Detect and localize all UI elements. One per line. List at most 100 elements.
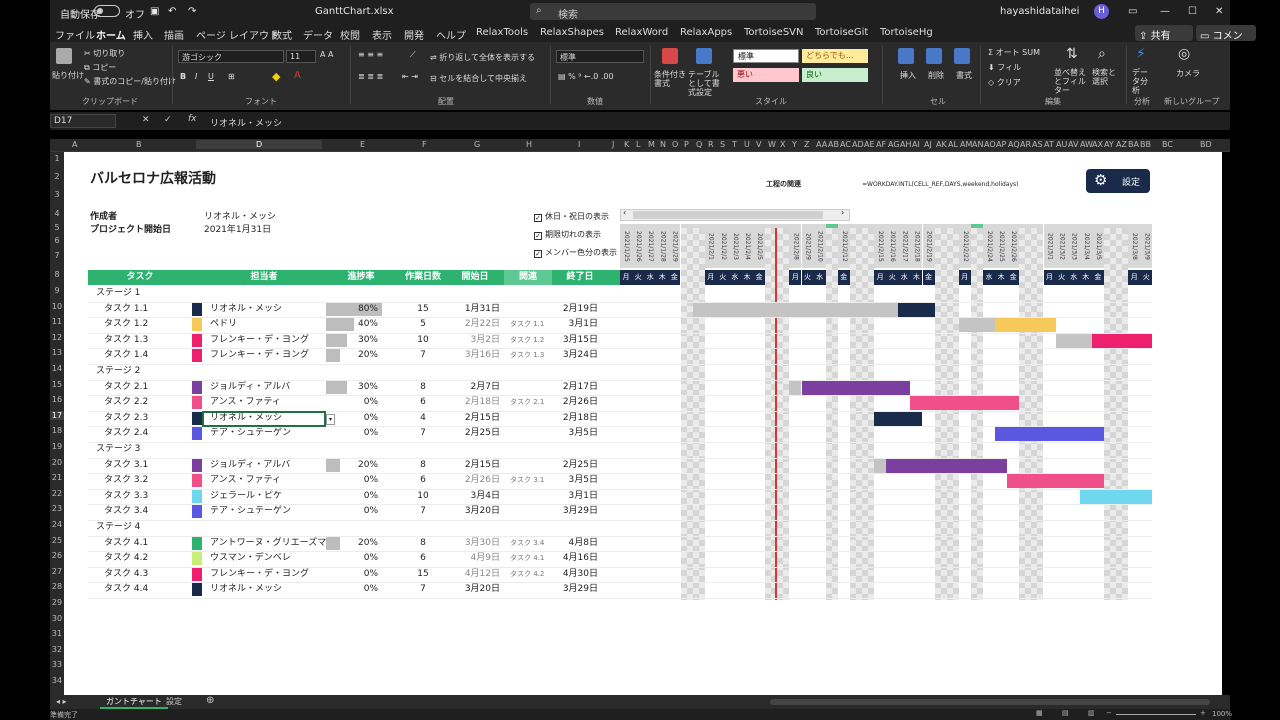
- column-header-am[interactable]: AM: [960, 140, 972, 149]
- column-header-u[interactable]: U: [744, 140, 750, 149]
- row-header-28[interactable]: 28: [50, 582, 64, 591]
- owner-name[interactable]: アンス・ファティ: [210, 395, 281, 410]
- align-left-icon[interactable]: ≣ ≣ ≣: [358, 72, 383, 81]
- gantt-task-bar[interactable]: [789, 380, 802, 395]
- row-header-12[interactable]: 12: [50, 333, 64, 342]
- column-header-ar[interactable]: AR: [1020, 140, 1031, 149]
- gantt-task-bar[interactable]: [1079, 489, 1153, 504]
- maximize-icon[interactable]: ☐: [1188, 6, 1197, 17]
- owner-name[interactable]: ジェラール・ピケ: [210, 489, 282, 504]
- row-header-3[interactable]: 3: [50, 190, 64, 199]
- column-header-al[interactable]: AL: [948, 140, 958, 149]
- owner-name[interactable]: アンス・ファティ: [210, 473, 281, 488]
- row-header-10[interactable]: 10: [50, 302, 64, 311]
- ribbon-display-icon[interactable]: ▭: [1128, 6, 1137, 17]
- column-header-o[interactable]: O: [672, 140, 678, 149]
- checkbox-holidays[interactable]: ✓ 休日・祝日の表示: [534, 211, 609, 222]
- tab-help[interactable]: ヘルプ: [436, 27, 466, 42]
- save-icon[interactable]: ▣: [150, 6, 159, 17]
- column-header-as[interactable]: AS: [1032, 140, 1043, 149]
- owner-name[interactable]: フレンキー・デ・ヨング: [210, 333, 309, 348]
- sort-filter-icon[interactable]: ⇅: [1066, 46, 1078, 62]
- zoom-in-icon[interactable]: +: [1200, 709, 1206, 717]
- align-top-icon[interactable]: ≡ ≡ ≡: [358, 50, 383, 59]
- data-analysis-icon[interactable]: ⚡: [1136, 46, 1146, 62]
- column-header-ak[interactable]: AK: [936, 140, 947, 149]
- column-header-x[interactable]: X: [780, 140, 785, 149]
- style-standard[interactable]: 標準: [733, 49, 799, 63]
- owner-name[interactable]: フレンキー・デ・ヨング: [210, 348, 309, 363]
- delete-cells-button[interactable]: 削除: [928, 70, 944, 81]
- close-icon[interactable]: ✕: [1215, 6, 1223, 17]
- format-cells-button[interactable]: 書式: [956, 70, 972, 81]
- column-header-e[interactable]: E: [360, 140, 365, 149]
- gantt-task-bar[interactable]: [1091, 333, 1153, 348]
- column-header-bc[interactable]: BC: [1162, 140, 1173, 149]
- enter-icon[interactable]: ✓: [164, 115, 172, 125]
- font-color-icon[interactable]: A: [294, 70, 301, 81]
- owner-name[interactable]: テア・シュテーゲン: [210, 504, 291, 519]
- gantt-task-bar[interactable]: [995, 427, 1104, 442]
- row-header-31[interactable]: 31: [50, 629, 64, 638]
- column-header-ax[interactable]: AX: [1092, 140, 1103, 149]
- column-header-h[interactable]: H: [526, 140, 532, 149]
- checkbox-overdue[interactable]: ✓ 期限切れの表示: [534, 229, 601, 240]
- underline-icon[interactable]: U: [208, 72, 214, 81]
- sheet-tab-gantt[interactable]: ガントチャート: [100, 696, 168, 709]
- gantt-task-bar[interactable]: [1007, 474, 1104, 489]
- row-header-24[interactable]: 24: [50, 520, 64, 529]
- tab-formulas[interactable]: 数式: [272, 27, 292, 42]
- tab-tortoisesvn[interactable]: TortoiseSVN: [744, 27, 804, 38]
- column-header-an[interactable]: AN: [972, 140, 983, 149]
- row-header-2[interactable]: 2: [50, 172, 64, 181]
- indent-icon[interactable]: ⇤ ⇥: [402, 72, 418, 81]
- tab-review[interactable]: 校閲: [340, 27, 360, 42]
- column-header-l[interactable]: L: [636, 140, 640, 149]
- row-header-25[interactable]: 25: [50, 536, 64, 545]
- row-header-13[interactable]: 13: [50, 348, 64, 357]
- row-header-9[interactable]: 9: [50, 286, 64, 295]
- font-size-select[interactable]: 11: [286, 50, 316, 63]
- gantt-task-bar[interactable]: [801, 380, 911, 395]
- column-header-ap[interactable]: AP: [996, 140, 1006, 149]
- italic-icon[interactable]: I: [195, 72, 197, 81]
- gantt-task-bar[interactable]: [910, 396, 1020, 411]
- column-header-b[interactable]: B: [136, 140, 142, 149]
- owner-name[interactable]: ジョルディ・アルバ: [210, 458, 290, 473]
- column-header-w[interactable]: W: [768, 140, 776, 149]
- format-painter-button[interactable]: ✎ 書式のコピー/貼り付け: [84, 76, 176, 87]
- view-normal-icon[interactable]: ▦: [1036, 709, 1043, 717]
- row-header-18[interactable]: 18: [50, 426, 64, 435]
- tab-tortoisehg[interactable]: TortoiseHg: [880, 27, 933, 38]
- undo-icon[interactable]: ↶: [168, 6, 176, 17]
- scroll-left-icon[interactable]: ‹: [623, 208, 626, 217]
- sheet-tab-settings[interactable]: 設定: [166, 696, 182, 707]
- owner-name[interactable]: リオネル・メッシ: [210, 582, 282, 597]
- row-header-26[interactable]: 26: [50, 551, 64, 560]
- owner-name[interactable]: ジョルディ・アルバ: [210, 380, 290, 395]
- tab-developer[interactable]: 開発: [404, 27, 424, 42]
- camera-icon[interactable]: ◎: [1178, 46, 1190, 62]
- camera-button[interactable]: カメラ: [1176, 68, 1200, 79]
- row-header-7[interactable]: 7: [50, 251, 64, 260]
- redo-icon[interactable]: ↷: [188, 6, 196, 17]
- tab-relaxshapes[interactable]: RelaxShapes: [540, 27, 604, 38]
- row-header-27[interactable]: 27: [50, 567, 64, 576]
- column-header-n[interactable]: N: [660, 140, 666, 149]
- column-header-m[interactable]: M: [648, 140, 655, 149]
- owner-name[interactable]: アントワーヌ・グリエーズマン: [210, 536, 335, 551]
- gantt-task-bar[interactable]: [874, 458, 887, 473]
- function-icon[interactable]: fx: [188, 114, 197, 124]
- row-header-4[interactable]: 4: [50, 209, 64, 218]
- row-header-17[interactable]: 17: [50, 410, 64, 420]
- wrap-text-button[interactable]: ⇌ 折り返して全体を表示する: [430, 52, 535, 63]
- owner-name[interactable]: ペドリ: [210, 317, 237, 332]
- column-header-aa[interactable]: AA: [816, 140, 827, 149]
- column-header-j[interactable]: J: [612, 140, 614, 149]
- tab-tortoisegit[interactable]: TortoiseGit: [815, 27, 868, 38]
- data-analysis-button[interactable]: データ分析: [1132, 68, 1154, 95]
- zoom-slider[interactable]: [1116, 714, 1196, 715]
- row-header-29[interactable]: 29: [50, 598, 64, 607]
- border-icon[interactable]: ⊞: [228, 72, 235, 81]
- dropdown-arrow-icon[interactable]: ▾: [326, 414, 335, 425]
